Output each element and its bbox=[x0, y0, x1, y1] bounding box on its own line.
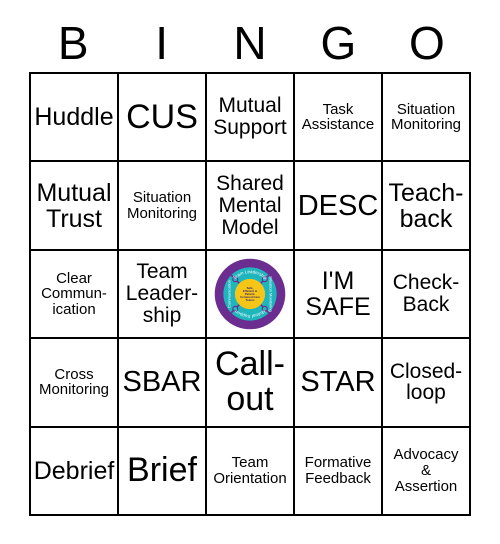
bingo-cell[interactable]: Task Assistance bbox=[295, 74, 383, 163]
bingo-cell[interactable]: Huddle bbox=[31, 74, 119, 163]
bingo-cell-label: Formative Feedback bbox=[304, 454, 372, 487]
bingo-cell-label: Advocacy & Assertion bbox=[393, 446, 459, 495]
bingo-cell-label: Cross Monitoring bbox=[38, 365, 110, 399]
bingo-cell[interactable]: DESC bbox=[295, 162, 383, 251]
bingo-cell[interactable]: Teach- back bbox=[383, 162, 471, 251]
bingo-cell-label: DESC bbox=[297, 189, 379, 222]
bingo-cell-label: Mutual Support bbox=[213, 94, 287, 140]
bingo-header-letter-i: I bbox=[155, 16, 168, 69]
bingo-cell-label: Debrief bbox=[33, 456, 115, 485]
bingo-header-letter-g: G bbox=[320, 16, 357, 69]
bingo-header: B I NGO bbox=[29, 13, 471, 72]
bingo-cell-label: Teach- back bbox=[388, 178, 464, 233]
bingo-cell[interactable]: Debrief bbox=[31, 427, 119, 516]
bingo-cell[interactable]: I'M SAFE bbox=[295, 250, 383, 340]
bingo-cell[interactable]: Situation Monitoring bbox=[383, 74, 471, 163]
logo-center-text-line: Teams bbox=[246, 298, 255, 302]
bingo-cell[interactable]: Call- out bbox=[207, 339, 295, 428]
bingo-cell-label: Call- out bbox=[215, 345, 285, 419]
bingo-cell[interactable]: CUS bbox=[119, 74, 207, 163]
bingo-cell[interactable]: Closed- loop bbox=[383, 339, 471, 428]
bingo-cell-label: Situation Monitoring bbox=[390, 100, 462, 134]
bingo-cell[interactable]: Formative Feedback bbox=[295, 427, 383, 516]
bingo-header-letter-n: N bbox=[233, 16, 267, 69]
bingo-header-letter-o: O bbox=[408, 16, 445, 69]
bingo-cell-label: Situation Monitoring bbox=[126, 189, 198, 222]
bingo-cell[interactable]: Mutual Support bbox=[207, 74, 295, 163]
bingo-cell[interactable]: Team Orientation bbox=[207, 427, 295, 516]
bingo-cell[interactable]: STAR bbox=[295, 339, 383, 428]
bingo-cell-label: Check- Back bbox=[392, 271, 460, 316]
bingo-cell-label: Mutual Trust bbox=[36, 178, 112, 233]
bingo-cell-label: Huddle bbox=[34, 103, 114, 132]
logo-ring-label-left: Communication bbox=[227, 280, 232, 308]
bingo-cell-label: Shared Mental Model bbox=[216, 171, 284, 239]
bingo-cell-label: Closed- loop bbox=[389, 359, 463, 405]
bingo-header-letter-b: B bbox=[57, 16, 89, 69]
bingo-cell-label: Clear Commun- ication bbox=[41, 269, 107, 318]
bingo-cell[interactable]: Cross Monitoring bbox=[31, 339, 119, 428]
bingo-cell-label: Team Orientation bbox=[213, 454, 287, 487]
bingo-cell-free-space-logo[interactable]: Team Leadership Mutual Support Situation M… bbox=[207, 250, 295, 340]
bingo-cell[interactable]: Check- Back bbox=[383, 250, 471, 340]
bingo-cell[interactable]: Brief bbox=[119, 427, 207, 516]
bingo-cell[interactable]: Mutual Trust bbox=[31, 162, 119, 251]
bingo-cell-label: I'M SAFE bbox=[305, 266, 371, 321]
bingo-cell[interactable]: Shared Mental Model bbox=[207, 162, 295, 251]
bingo-cell[interactable]: Team Leader- ship bbox=[119, 250, 207, 340]
bingo-cell[interactable]: Situation Monitoring bbox=[119, 162, 207, 251]
bingo-cell[interactable]: Advocacy & Assertion bbox=[383, 427, 471, 516]
bingo-cell[interactable]: Clear Commun- ication bbox=[31, 250, 119, 340]
bingo-grid: Huddle CUS Mutual Support Task Assistance Si… bbox=[29, 72, 471, 516]
bingo-cell[interactable]: SBAR bbox=[119, 339, 207, 428]
bingo-cell-label: CUS bbox=[126, 97, 198, 136]
logo-ring-label-right: Situation Monitoring bbox=[268, 276, 273, 312]
bingo-cell-label: STAR bbox=[300, 366, 376, 399]
bingo-cell-label: SBAR bbox=[122, 366, 202, 399]
bingo-cell-label: Task Assistance bbox=[301, 100, 375, 134]
teamstepps-logo-icon: Team LeadershipMutual Support Situation M… bbox=[214, 258, 286, 330]
bingo-cell-label: Team Leader- ship bbox=[125, 260, 199, 327]
bingo-card: B I NGO Huddle CUS Mutual Support Task Assist… bbox=[0, 0, 500, 544]
bingo-cell-label: Brief bbox=[127, 451, 197, 490]
